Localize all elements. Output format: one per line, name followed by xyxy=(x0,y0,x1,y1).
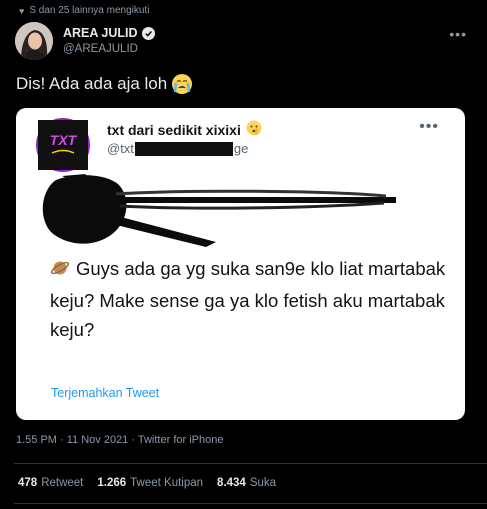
quoted-tweet-card[interactable]: TXT txt dari sedikit xixixi @txt ge ••• xyxy=(16,108,465,420)
redaction-bar xyxy=(134,141,233,156)
planet-emoji-icon xyxy=(50,257,70,286)
quoted-avatar[interactable]: TXT xyxy=(36,118,90,172)
quote-count-label: Tweet Kutipan xyxy=(130,477,204,489)
tweet-text: Dis! Ada ada aja loh xyxy=(16,74,193,94)
retweet-count-value: 478 xyxy=(18,477,38,489)
divider xyxy=(14,503,487,504)
tweet-timestamp[interactable]: 1.55 PM · 11 Nov 2021 · Twitter for iPho… xyxy=(16,434,223,446)
crying-emoji-icon xyxy=(172,74,193,94)
redaction-scribble xyxy=(42,174,396,247)
retweet-count-label: Retweet xyxy=(41,477,84,489)
quote-count-value: 1.266 xyxy=(97,477,127,489)
quote-count[interactable]: 1.266 Tweet Kutipan xyxy=(97,477,203,489)
quoted-body-text: Guys ada ga yg suka san9e klo liat marta… xyxy=(50,258,446,340)
shushing-emoji-icon xyxy=(246,120,262,139)
social-context-text: S dan 25 lainnya mengikuti xyxy=(29,5,150,16)
author-handle[interactable]: @AREAJULID xyxy=(63,43,155,55)
author-name[interactable]: AREA JULID xyxy=(63,26,138,40)
like-count-label: Suka xyxy=(249,477,277,489)
like-count-value: 8.434 xyxy=(217,477,246,489)
avatar-image xyxy=(15,22,53,60)
quoted-handle-end: ge xyxy=(233,141,249,156)
tweet-stats: 478 Retweet 1.266 Tweet Kutipan 8.434 Suka xyxy=(18,477,276,489)
social-context[interactable]: ♥ S dan 25 lainnya mengikuti xyxy=(19,5,149,16)
quoted-handle-start: @txt xyxy=(107,141,134,156)
quoted-handle[interactable]: @txt ge xyxy=(107,141,248,156)
avatar[interactable] xyxy=(15,22,53,60)
quoted-body: Guys ada ga yg suka san9e klo liat marta… xyxy=(50,254,450,344)
tweet-author[interactable]: AREA JULID @AREAJULID xyxy=(63,26,155,55)
more-icon[interactable]: ••• xyxy=(449,26,467,42)
retweet-count[interactable]: 478 Retweet xyxy=(18,477,83,489)
heart-icon: ♥ xyxy=(19,5,25,16)
translate-link[interactable]: Terjemahkan Tweet xyxy=(51,386,159,400)
txt-logo-icon: TXT xyxy=(38,120,88,170)
quoted-name[interactable]: txt dari sedikit xixixi xyxy=(107,122,241,138)
quoted-more-icon[interactable]: ••• xyxy=(419,118,439,136)
like-count[interactable]: 8.434 Suka xyxy=(217,477,276,489)
divider xyxy=(14,463,487,464)
verified-icon xyxy=(141,26,155,40)
tweet-text-content: Dis! Ada ada aja loh xyxy=(16,74,168,93)
svg-text:TXT: TXT xyxy=(50,132,78,148)
